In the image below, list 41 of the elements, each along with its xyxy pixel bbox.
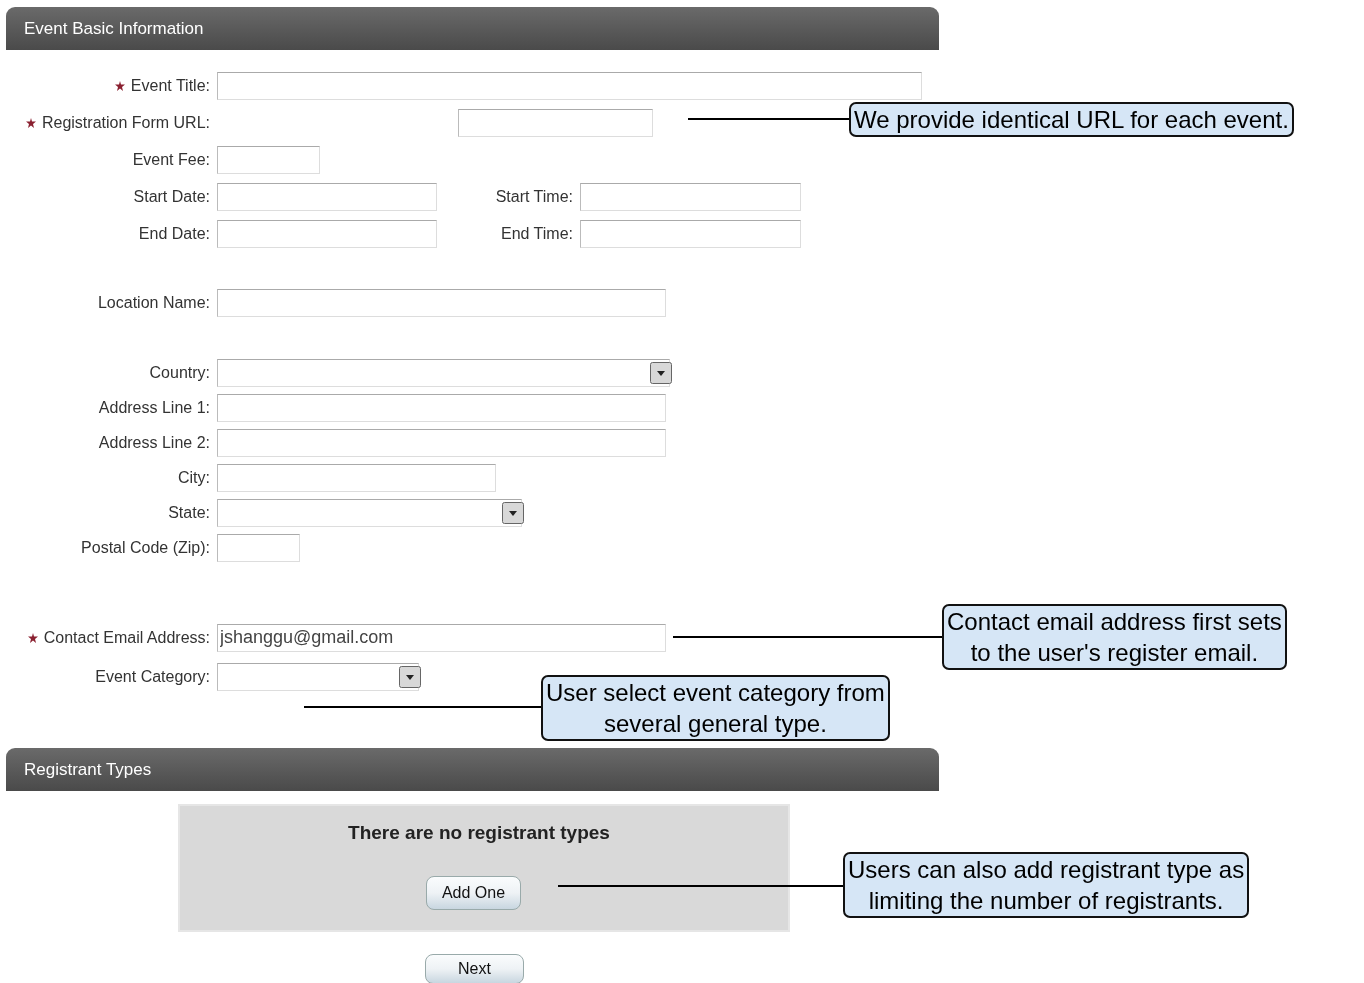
text-field[interactable] (217, 393, 666, 422)
field-label: Registration Form URL: (41, 113, 210, 132)
field-label: Address Line 1: (98, 398, 210, 417)
empty-message: There are no registrant types (348, 822, 610, 844)
field-label: Contact Email Address: (43, 628, 210, 647)
text-field[interactable] (580, 182, 801, 211)
text-field[interactable] (217, 428, 666, 457)
callout: User select event category from several general type. (541, 675, 890, 741)
callout: Contact email address first sets to the user's register email. (942, 604, 1287, 670)
add-one-button[interactable]: Add One (426, 876, 521, 910)
field-label: End Time: (500, 224, 573, 243)
field-label: Location Name: (97, 293, 210, 312)
section-header: Event Basic Information (6, 7, 939, 50)
dropdown-field[interactable] (217, 662, 419, 691)
dropdown-field[interactable] (217, 498, 522, 527)
text-field[interactable] (580, 219, 801, 248)
field-label: End Date: (138, 224, 210, 243)
text-field[interactable] (217, 463, 496, 492)
field-label: Event Fee: (132, 150, 210, 169)
field-label: City: (178, 468, 210, 487)
section-header: Registrant Types (6, 748, 939, 791)
field-label: State: (168, 503, 210, 522)
text-field[interactable] (217, 219, 437, 248)
text-field[interactable] (217, 288, 666, 317)
field-label: Event Category: (95, 667, 210, 686)
text-field[interactable] (217, 71, 922, 100)
field-label: Country: (149, 363, 210, 382)
next-button[interactable]: Next (425, 954, 524, 983)
field-label: Start Date: (133, 187, 210, 206)
text-field[interactable] (217, 182, 437, 211)
text-field[interactable]: jshanggu@gmail.com (217, 623, 666, 652)
field-label: Event Title: (130, 76, 210, 95)
text-field[interactable] (217, 145, 320, 174)
field-label: Start Time: (495, 187, 573, 206)
callout: Users can also add registrant type as limiting the number of registrants. (843, 852, 1250, 918)
callout: We provide identical URL for each event. (849, 102, 1294, 137)
text-field[interactable] (458, 108, 653, 137)
dropdown-field[interactable] (217, 358, 670, 387)
field-label: Postal Code (Zip): (81, 538, 210, 557)
text-field[interactable] (217, 533, 300, 562)
field-label: Address Line 2: (98, 433, 210, 452)
